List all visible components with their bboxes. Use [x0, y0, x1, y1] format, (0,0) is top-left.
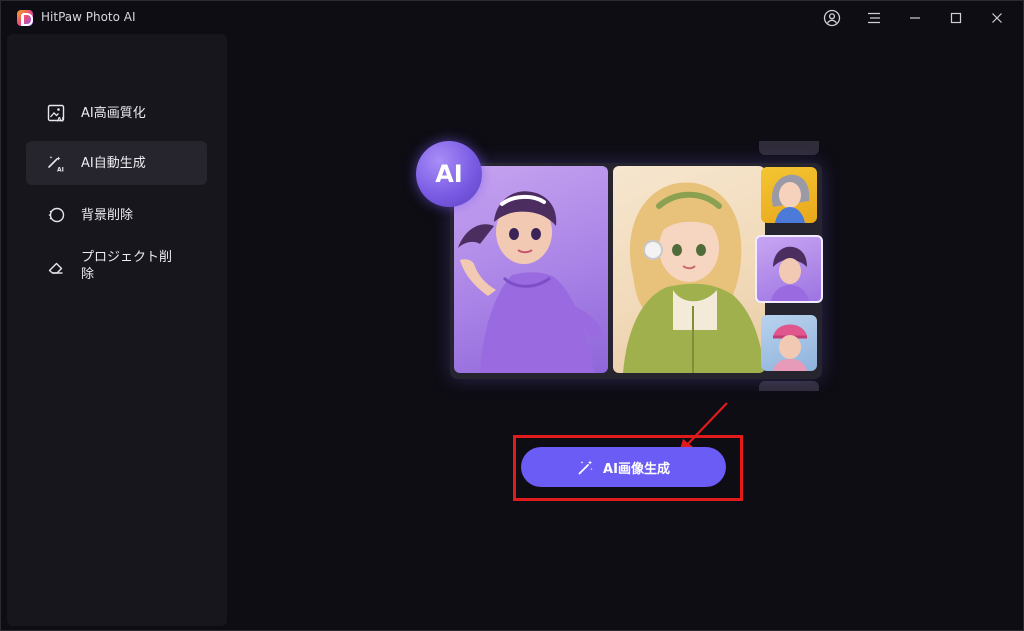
thumbnail-stack-top	[759, 141, 819, 155]
app-window: HitPaw Photo AI AI AI高画質化 AI AI自動生成 背景削除…	[0, 0, 1024, 631]
sidebar-item-label: プロジェクト削除	[81, 249, 172, 283]
thumbnail-gray-hair-character[interactable]	[761, 167, 817, 223]
sidebar-item-label: AI高画質化	[81, 105, 146, 121]
sidebar-item-label: 背景削除	[81, 207, 134, 223]
thumbnail-purple-character[interactable]	[755, 235, 823, 303]
sidebar-item-background-remove[interactable]: 背景削除	[26, 193, 207, 237]
account-icon[interactable]	[821, 7, 843, 29]
close-icon[interactable]	[986, 7, 1008, 29]
ai-badge: AI	[416, 141, 482, 207]
preview-image-blonde-character	[613, 166, 765, 373]
ai-image-generate-label: AI画像生成	[603, 461, 670, 477]
background-remove-icon	[46, 205, 66, 225]
sidebar-item-label-line2: 除	[81, 267, 95, 282]
sidebar: AI AI高画質化 AI AI自動生成 背景削除 プロジェクト削除	[7, 34, 227, 626]
svg-text:AI: AI	[57, 117, 64, 124]
ai-image-generate-button[interactable]: AI画像生成	[521, 447, 726, 487]
title-bar: HitPaw Photo AI	[1, 1, 1024, 33]
sidebar-item-label-line1: プロジェクト削	[81, 250, 173, 265]
magic-wand-icon	[577, 458, 595, 476]
sidebar-item-ai-generate[interactable]: AI AI自動生成	[26, 141, 207, 185]
preview-image-purple-character	[454, 166, 608, 373]
thumbnail-stack-bottom	[759, 381, 819, 391]
sidebar-item-object-remove[interactable]: プロジェクト削除	[26, 244, 207, 292]
maximize-icon[interactable]	[945, 7, 967, 29]
sidebar-item-ai-enhance[interactable]: AI AI高画質化	[26, 91, 207, 135]
hero-illustration: AI	[416, 141, 826, 391]
eraser-icon	[46, 258, 66, 278]
magic-wand-ai-icon: AI	[46, 153, 66, 173]
image-enhance-icon: AI	[46, 103, 66, 123]
minimize-icon[interactable]	[904, 7, 926, 29]
thumbnail-pink-cap-character[interactable]	[761, 315, 817, 371]
app-title: HitPaw Photo AI	[41, 10, 136, 24]
app-logo-icon	[17, 10, 33, 26]
svg-text:AI: AI	[57, 167, 64, 174]
menu-icon[interactable]	[863, 7, 885, 29]
sidebar-item-label: AI自動生成	[81, 155, 146, 171]
